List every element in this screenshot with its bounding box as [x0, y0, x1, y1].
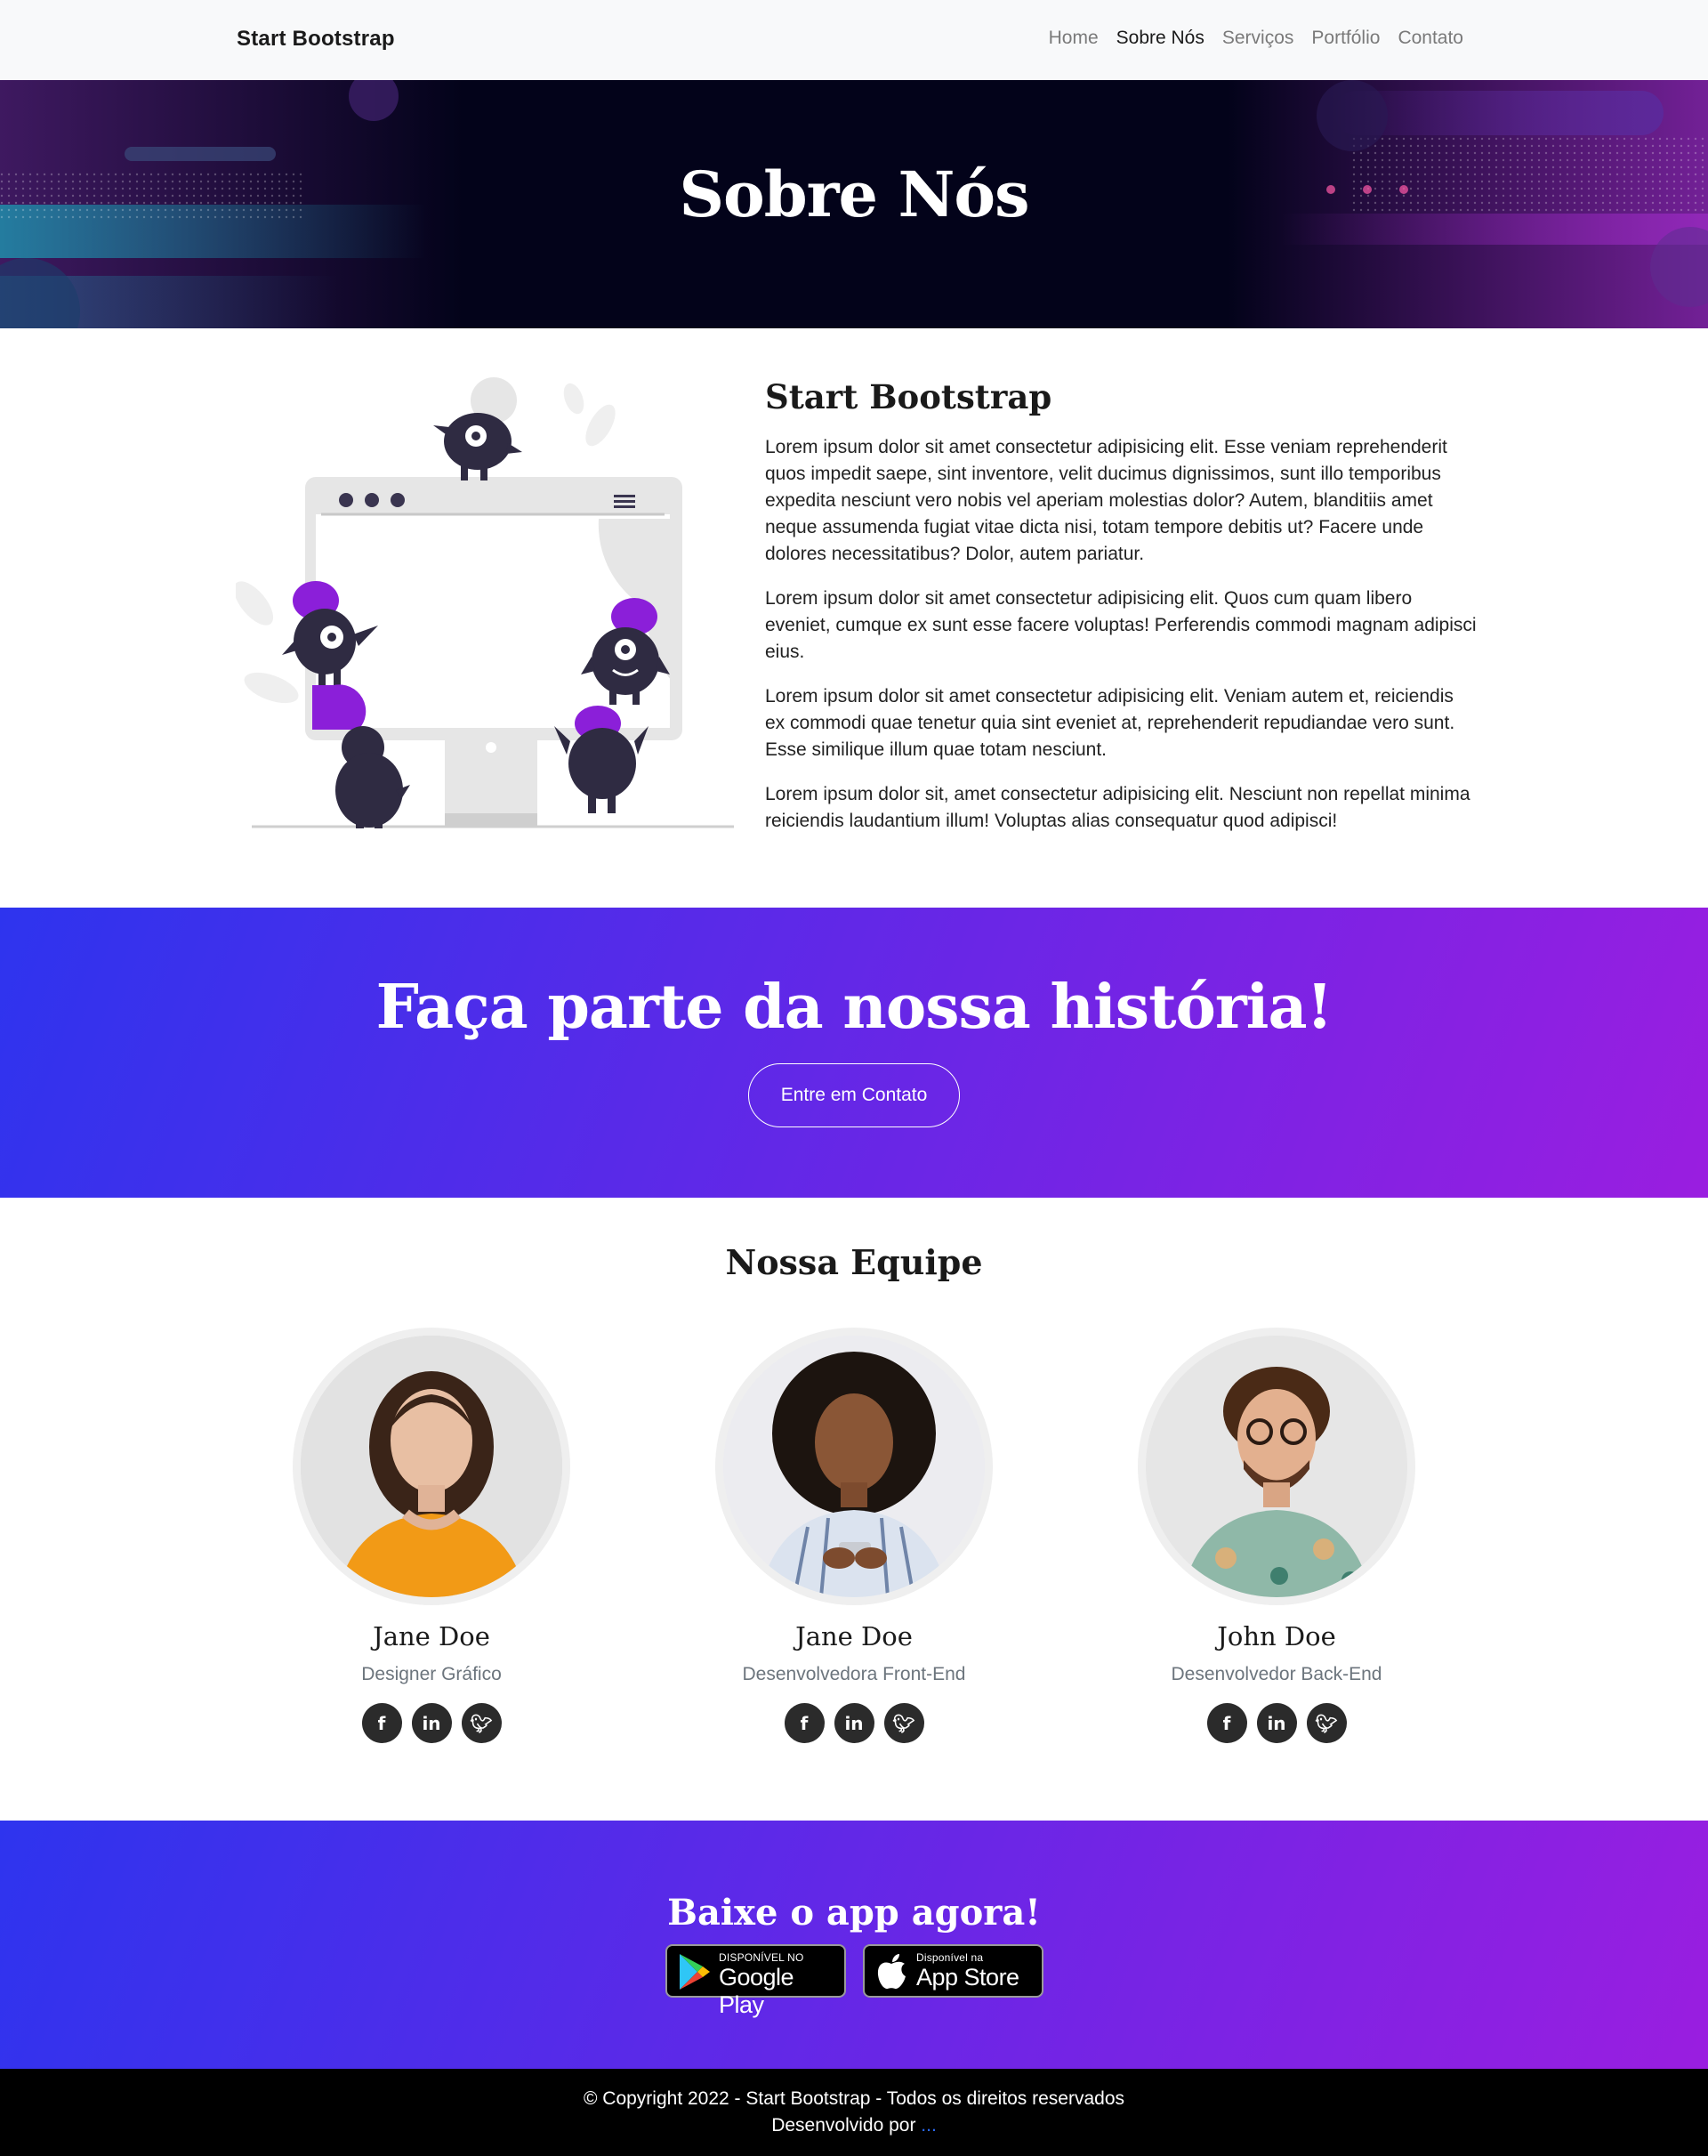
copyright-text: © Copyright 2022 - Start Bootstrap - Tod…	[583, 2088, 1125, 2109]
about-text: Lorem ipsum dolor sit amet consectetur a…	[765, 434, 1477, 852]
member-name: Jane Doe	[373, 1621, 490, 1651]
member-photo	[723, 1336, 985, 1597]
member-name: John Doe	[1217, 1621, 1336, 1651]
member-role: Desenvolvedor Back-End	[1171, 1664, 1382, 1684]
about-paragraph: Lorem ipsum dolor sit amet consectetur a…	[765, 588, 1477, 662]
member-photo	[301, 1336, 562, 1597]
member-photo	[1146, 1336, 1407, 1597]
facebook-icon[interactable]: f	[784, 1703, 825, 1743]
nav-link-sobre-nos[interactable]: Sobre Nós	[1116, 28, 1204, 49]
social-links: f in 🐦︎	[289, 1703, 574, 1743]
brand-link[interactable]: Start Bootstrap	[237, 27, 395, 52]
about-paragraph: Lorem ipsum dolor sit amet consectetur a…	[765, 686, 1455, 760]
nav-link-portfolio[interactable]: Portfólio	[1311, 28, 1380, 49]
about-heading: Start Bootstrap	[765, 377, 1052, 416]
cta-section: Faça parte da nossa história! Entre em C…	[0, 908, 1708, 1198]
app-store-label: App Store	[916, 1964, 1019, 1990]
navbar: Start Bootstrap Home Sobre Nós Serviços …	[0, 0, 1708, 80]
avatar	[715, 1328, 993, 1605]
member-name: Jane Doe	[795, 1621, 913, 1651]
nav-links: Home Sobre Nós Serviços Portfólio Contat…	[1049, 28, 1463, 49]
hero-banner: Sobre Nós	[0, 80, 1708, 328]
developed-by-label: Desenvolvido por	[771, 2115, 916, 2136]
social-links: f in 🐦︎	[1134, 1703, 1419, 1743]
twitter-icon[interactable]: 🐦︎	[1306, 1703, 1347, 1743]
social-links: f in 🐦︎	[712, 1703, 996, 1743]
facebook-icon[interactable]: f	[1206, 1703, 1247, 1743]
google-play-small-label: DISPONÍVEL NO	[719, 1951, 804, 1964]
google-play-icon	[680, 1954, 710, 1990]
twitter-icon[interactable]: 🐦︎	[883, 1703, 924, 1743]
cta-title: Faça parte da nossa história!	[375, 972, 1333, 1043]
apple-icon-shape	[877, 1954, 906, 1990]
team-member-card: Jane Doe Desenvolvedora Front-End f in 🐦…	[712, 1328, 996, 1743]
nav-link-servicos[interactable]: Serviços	[1222, 28, 1294, 49]
google-play-button[interactable]: DISPONÍVEL NO Google Play	[665, 1944, 846, 2018]
linkedin-icon[interactable]: in	[1256, 1703, 1297, 1743]
nav-link-home[interactable]: Home	[1049, 28, 1099, 49]
team-title: Nossa Equipe	[725, 1242, 983, 1282]
developer-link[interactable]: ...	[921, 2115, 937, 2136]
app-download-section: Baixe o app agora! DISPONÍVEL NO Google …	[0, 1821, 1708, 2069]
footer: © Copyright 2022 - Start Bootstrap - Tod…	[0, 2069, 1708, 2156]
about-paragraph: Lorem ipsum dolor sit, amet consectetur …	[765, 784, 1470, 831]
member-role: Desenvolvedora Front-End	[742, 1664, 966, 1684]
about-paragraph: Lorem ipsum dolor sit amet consectetur a…	[765, 437, 1447, 564]
hero-title: Sobre Nós	[679, 157, 1029, 231]
contact-button[interactable]: Entre em Contato	[748, 1063, 960, 1127]
nav-link-contato[interactable]: Contato	[1398, 28, 1463, 49]
app-title: Baixe o app agora!	[667, 1892, 1041, 1934]
linkedin-icon[interactable]: in	[834, 1703, 874, 1743]
team-member-card: John Doe Desenvolvedor Back-End f in 🐦︎	[1134, 1328, 1419, 1743]
avatar	[293, 1328, 570, 1605]
linkedin-icon[interactable]: in	[411, 1703, 452, 1743]
app-store-button[interactable]:  Disponível na App Store	[863, 1944, 1043, 1998]
google-play-label: Google Play	[719, 1964, 794, 2018]
app-store-small-label: Disponível na	[916, 1951, 984, 1964]
team-member-card: Jane Doe Designer Gráfico f in 🐦︎	[289, 1328, 574, 1743]
about-illustration	[236, 377, 734, 828]
member-role: Designer Gráfico	[361, 1664, 502, 1684]
avatar	[1138, 1328, 1415, 1605]
facebook-icon[interactable]: f	[361, 1703, 402, 1743]
twitter-icon[interactable]: 🐦︎	[461, 1703, 502, 1743]
developed-by: Desenvolvido por ...	[0, 2115, 1708, 2136]
